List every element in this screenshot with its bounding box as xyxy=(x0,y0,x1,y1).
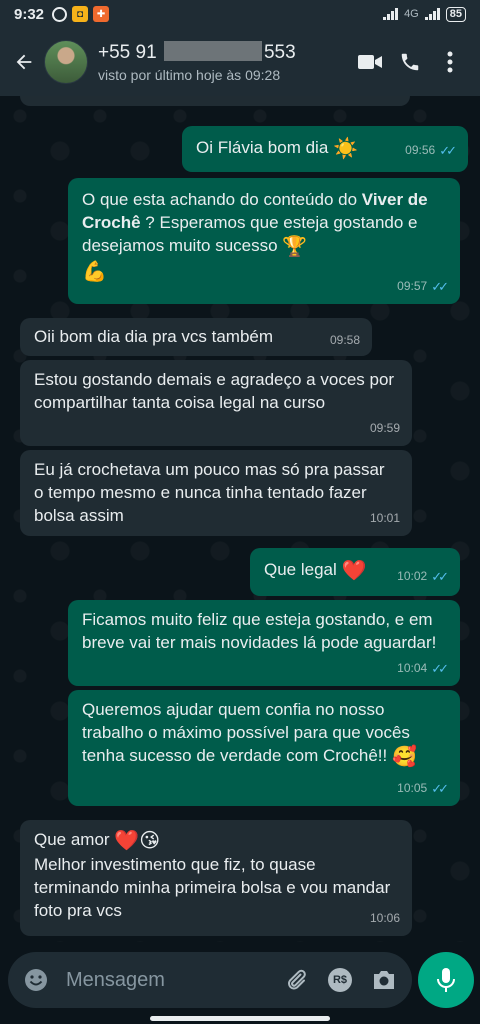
message-time: 09:56 xyxy=(405,143,436,157)
message-time: 09:58 xyxy=(329,333,360,347)
red-heart-emoji-icon: ❤️ xyxy=(341,560,367,582)
more-options-icon[interactable] xyxy=(430,42,470,82)
message-text: Estou gostando demais e agradeço a voces… xyxy=(34,370,395,412)
back-arrow-icon[interactable] xyxy=(10,48,38,76)
read-receipt-icon: ✓✓ xyxy=(431,781,449,796)
message-text: Melhor investimento que fiz, to quase te… xyxy=(34,855,391,920)
message-time: 10:05 xyxy=(397,781,428,795)
signal-icon-2 xyxy=(424,8,440,20)
message-text: Eu já crochetava um pouco mas só pra pas… xyxy=(34,460,385,525)
message-text: Queremos ajudar quem confia no nosso tra… xyxy=(82,700,410,765)
contact-name-prefix: +55 91 xyxy=(98,42,157,63)
contact-name: +55 91 553 xyxy=(98,41,350,64)
contact-name-suffix: 553 xyxy=(263,42,296,63)
message-bubble-outgoing[interactable]: Queremos ajudar quem confia no nosso tra… xyxy=(68,690,460,806)
voice-call-icon[interactable] xyxy=(390,42,430,82)
camera-icon[interactable] xyxy=(366,962,402,998)
read-receipt-icon: ✓✓ xyxy=(431,279,449,294)
message-input-container[interactable]: Mensagem R$ xyxy=(8,952,412,1008)
read-receipt-icon: ✓✓ xyxy=(431,569,449,584)
heart-and-kiss-emoji-icon: ❤️😘 xyxy=(114,830,161,852)
last-seen-status: visto por último hoje às 09:28 xyxy=(98,67,281,83)
message-bubble-outgoing[interactable]: O que esta achando do conteúdo do Viver … xyxy=(68,178,460,304)
message-meta: 10:01 xyxy=(370,507,400,530)
message-time: 10:06 xyxy=(369,911,400,925)
message-meta: 10:05 ✓✓ xyxy=(397,777,449,800)
status-indicators: 4G 85 xyxy=(383,6,466,22)
message-text: Oi Flávia bom dia xyxy=(196,138,329,157)
read-receipt-icon: ✓✓ xyxy=(431,661,449,676)
payment-icon[interactable]: R$ xyxy=(322,962,358,998)
message-input[interactable]: Mensagem xyxy=(66,969,270,992)
message-time: 10:04 xyxy=(397,661,428,675)
voice-message-button[interactable] xyxy=(418,952,474,1008)
emoji-icon[interactable] xyxy=(18,962,54,998)
message-bubble-incoming[interactable]: Que amor ❤️😘 Melhor investimento que fiz… xyxy=(20,820,412,936)
message-text: Oii bom dia dia pra vcs também xyxy=(34,327,274,346)
message-time: 09:59 xyxy=(369,421,400,435)
read-receipt-icon: ✓✓ xyxy=(439,143,457,158)
status-bar: 9:32 ◘ ✚ 4G 85 xyxy=(0,0,480,28)
message-meta: 09:59 xyxy=(370,417,400,440)
signal-icon xyxy=(383,8,399,20)
message-list[interactable]: 09:54 Oi Flávia bom dia ☀️ 09:56 ✓✓ O qu… xyxy=(0,96,480,942)
chat-header: +55 91 553 visto por último hoje às 09:2… xyxy=(0,28,480,96)
message-bubble-outgoing[interactable]: Oi Flávia bom dia ☀️ 09:56 ✓✓ xyxy=(182,126,468,172)
composer-bar: Mensagem R$ xyxy=(0,942,480,1024)
message-bubble-incoming[interactable]: Eu já crochetava um pouco mas só pra pas… xyxy=(20,450,412,536)
message-time: 09:57 xyxy=(397,279,428,293)
message-meta: 10:04 ✓✓ xyxy=(397,657,449,680)
message-bubble-partial[interactable]: 09:54 xyxy=(20,96,410,106)
sun-emoji-icon: ☀️ xyxy=(333,138,358,160)
payment-label: R$ xyxy=(328,968,352,992)
redaction-block xyxy=(163,41,262,61)
battery-icon: 85 xyxy=(445,6,466,22)
message-text: O que esta achando do conteúdo do xyxy=(82,190,362,209)
message-meta: 09:54 xyxy=(368,96,398,104)
message-text: Que legal xyxy=(264,560,337,579)
home-indicator[interactable] xyxy=(150,1016,330,1021)
message-meta: 09:57 ✓✓ xyxy=(397,275,449,298)
app-notification-icon: ◘ xyxy=(72,6,89,22)
trophy-emoji-icon: 🏆 xyxy=(282,236,308,258)
video-call-icon[interactable] xyxy=(350,42,390,82)
message-meta: 10:02 ✓✓ xyxy=(397,565,449,588)
message-time: 09:54 xyxy=(368,96,398,104)
status-time: 9:32 xyxy=(14,5,45,23)
message-meta: 09:56 ✓✓ xyxy=(405,139,457,162)
message-text: Ficamos muito feliz que esteja gostando,… xyxy=(82,610,437,652)
contact-avatar[interactable] xyxy=(44,40,88,84)
flexed-biceps-emoji-icon: 💪 xyxy=(82,261,107,283)
microphone-icon xyxy=(437,968,455,992)
message-bubble-incoming[interactable]: Oii bom dia dia pra vcs também 09:58 xyxy=(20,318,372,356)
message-bubble-outgoing[interactable]: Que legal ❤️ 10:02 ✓✓ xyxy=(250,548,460,596)
message-bubble-incoming[interactable]: Estou gostando demais e agradeço a voces… xyxy=(20,360,412,446)
message-meta: 10:06 xyxy=(370,907,400,930)
message-time: 10:01 xyxy=(369,511,400,525)
message-bubble-outgoing[interactable]: Ficamos muito feliz que esteja gostando,… xyxy=(68,600,460,686)
message-meta: 09:58 xyxy=(330,329,360,352)
contact-info[interactable]: +55 91 553 visto por último hoje às 09:2… xyxy=(98,41,350,83)
message-text-first-line: Que amor xyxy=(34,830,110,849)
network-type: 4G xyxy=(404,8,419,20)
message-time: 10:02 xyxy=(397,569,428,583)
attach-paperclip-icon[interactable] xyxy=(278,962,314,998)
app-notification-icon-2: ✚ xyxy=(93,6,110,22)
alarm-icon xyxy=(52,6,68,22)
smiling-face-hearts-emoji-icon: 🥰 xyxy=(391,746,417,768)
